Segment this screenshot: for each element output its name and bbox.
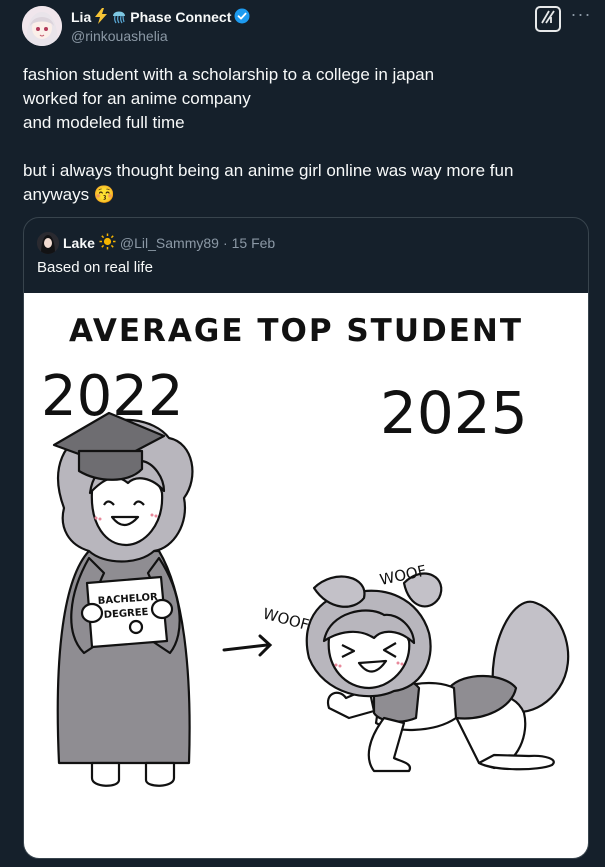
author-affiliation[interactable]: Phase Connect [130,9,231,25]
quoted-avatar[interactable] [37,232,59,254]
grok-icon [540,9,556,30]
quoted-tweet[interactable]: Lake @Lil_Sammy89 · 15 Feb Based on real… [23,217,589,859]
tweet-line: anyways 😚 [23,185,116,204]
dog-character [305,572,570,773]
lightning-icon [94,7,108,27]
author-avatar[interactable] [22,6,62,46]
comic-year-right: 2025 [380,379,528,447]
more-icon: ··· [570,4,592,24]
quoted-handle[interactable]: @Lil_Sammy89 [120,235,219,251]
quoted-display-name[interactable]: Lake [63,235,95,251]
author-name-row[interactable]: Lia Phase Connect [71,7,250,27]
author-handle[interactable]: @rinkouashelia [71,28,168,44]
grok-button[interactable] [535,6,561,32]
jellyfish-icon [111,8,127,27]
sun-icon [99,233,116,253]
tweet-text: fashion student with a scholarship to a … [23,63,583,207]
quoted-date[interactable]: 15 Feb [232,235,276,251]
verified-badge-icon [234,8,250,27]
tweet-line: but i always thought being an anime girl… [23,161,514,180]
quoted-separator: · [222,235,228,251]
more-button[interactable]: ··· [569,4,593,26]
tweet: Lia Phase Connect @rinkouashelia ··· fas… [0,0,605,867]
tweet-line: worked for an anime company [23,89,251,108]
quoted-text: Based on real life [37,259,153,276]
arrow-graphic [222,634,273,657]
comic-title: AVERAGE TOP STUDENT [69,313,523,349]
tweet-line: fashion student with a scholarship to a … [23,65,435,84]
author-display-name[interactable]: Lia [71,9,91,25]
tweet-line: and modeled full time [23,113,185,132]
woof-left: WOOF [261,604,311,634]
quoted-header: Lake @Lil_Sammy89 · 15 Feb [37,232,275,254]
comic-image[interactable]: AVERAGE TOP STUDENT 2022 2025 BACHELOR D… [24,293,588,858]
